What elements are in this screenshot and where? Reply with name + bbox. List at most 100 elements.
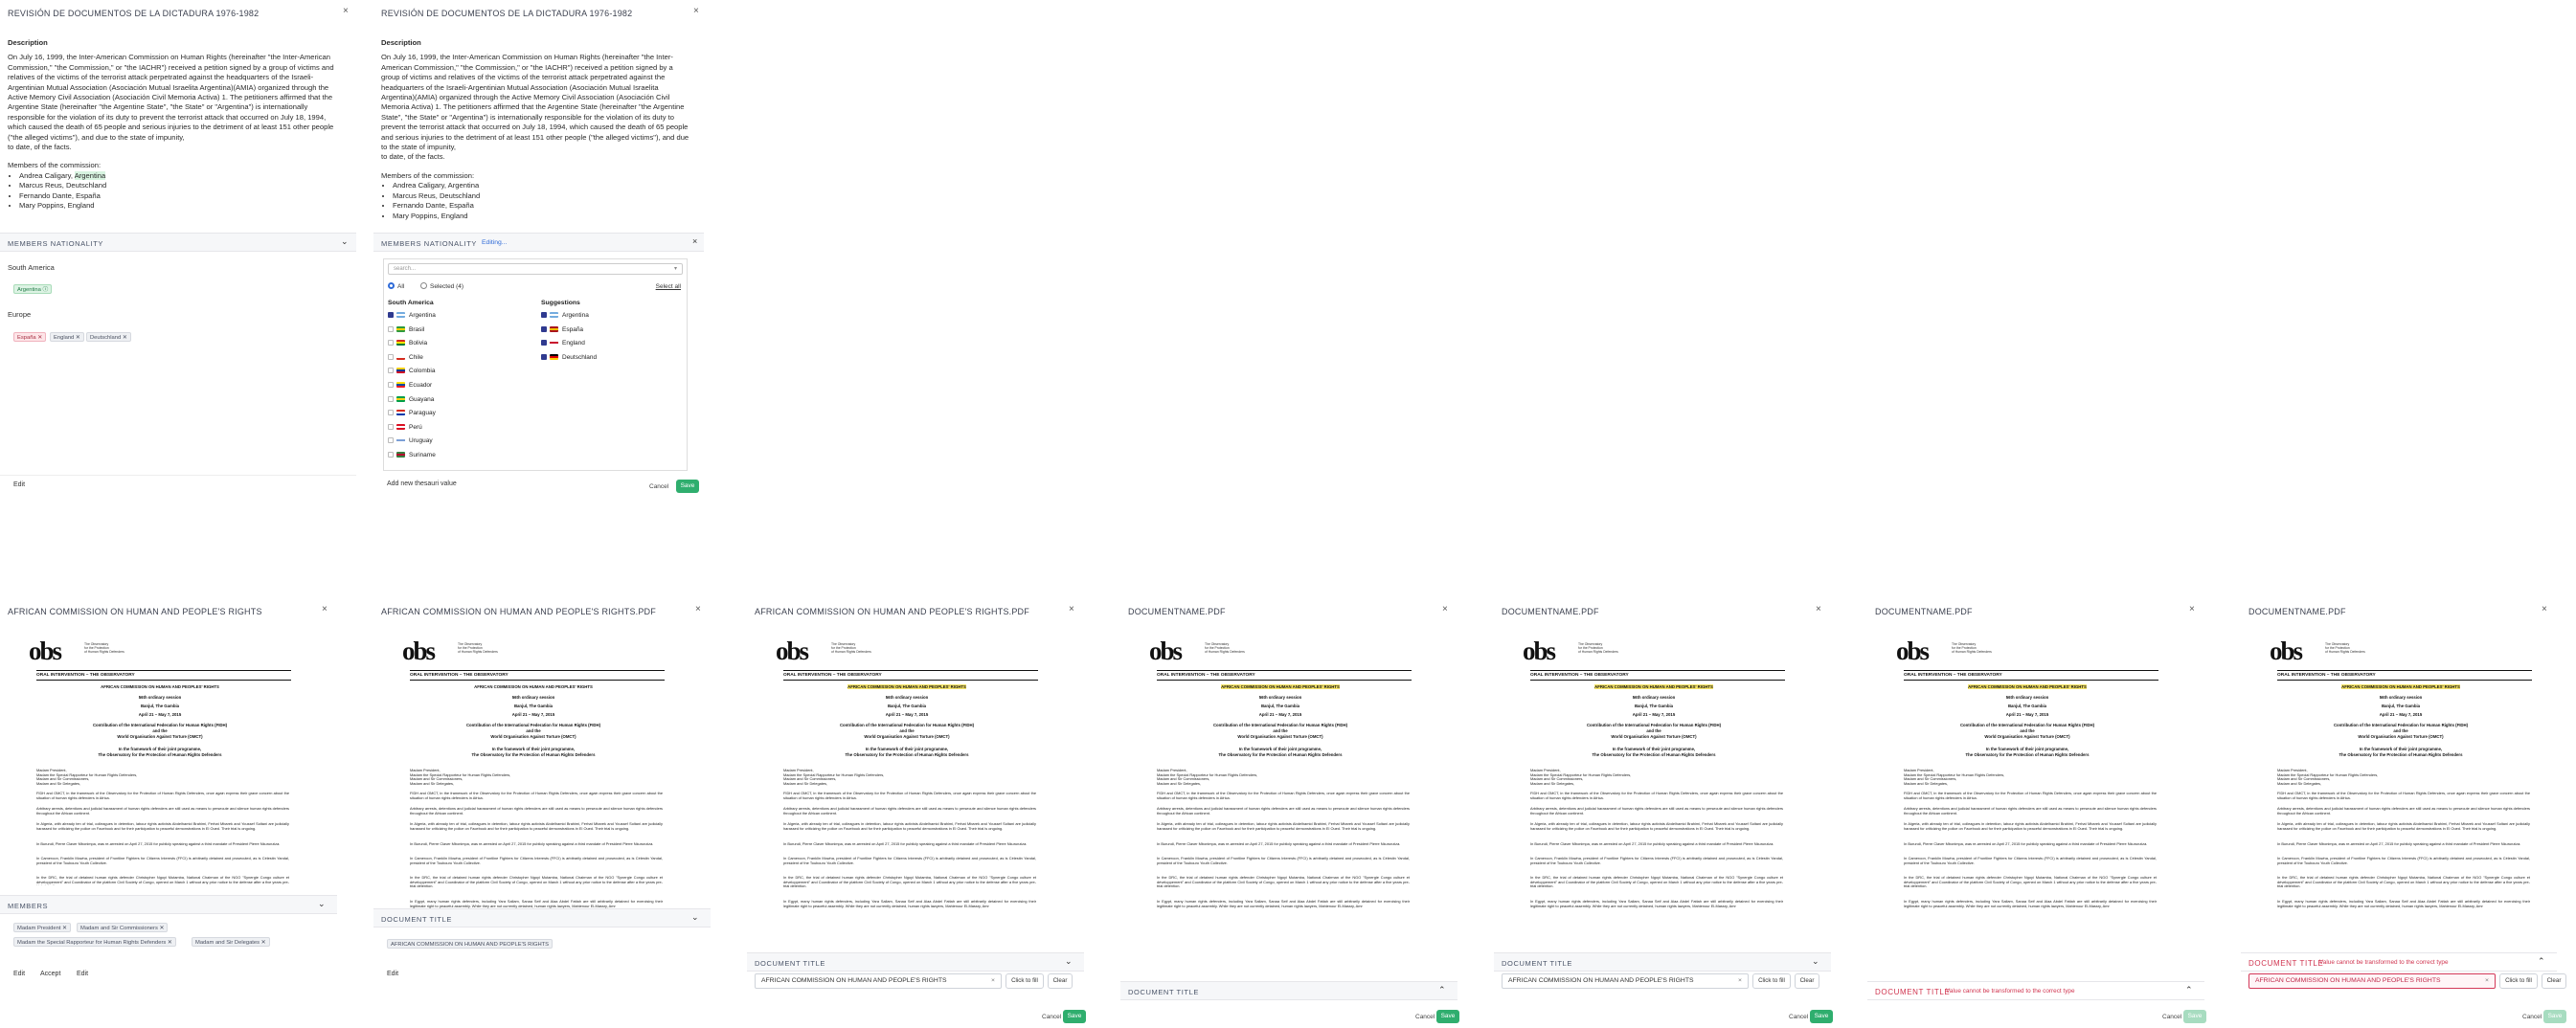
document-title-input[interactable]: AFRICAN COMMISSION ON HUMAN AND PEOPLE'S… (755, 973, 1002, 989)
option-paraguay[interactable]: Paraguay (388, 410, 436, 416)
filter-selected-radio[interactable]: Selected (4) (420, 282, 463, 290)
close-icon[interactable]: × (1069, 604, 1074, 615)
document-title-section[interactable]: DOCUMENT TITLE Value cannot be transform… (1867, 981, 2204, 1000)
checkbox[interactable] (388, 368, 394, 374)
checkbox[interactable] (388, 340, 394, 346)
checkbox[interactable] (388, 410, 394, 416)
close-icon[interactable]: × (2542, 604, 2547, 615)
filter-all-radio[interactable]: All (388, 282, 404, 290)
document-title-section[interactable]: DOCUMENT TITLE ⌄ (373, 908, 711, 927)
save-button[interactable]: Save (1063, 1010, 1086, 1023)
checkbox[interactable] (541, 312, 547, 318)
value-pill[interactable]: Madam and Sir Commissioners ✕ (77, 923, 169, 932)
option-guayana[interactable]: Guayana (388, 395, 434, 403)
option-argentina[interactable]: Argentina (388, 312, 436, 319)
close-icon[interactable]: × (692, 236, 697, 246)
suggestion-deutschland[interactable]: Deutschland (541, 353, 597, 361)
checkbox[interactable] (388, 325, 394, 332)
value-pill[interactable]: Madam President ✕ (13, 923, 71, 932)
option-uruguay[interactable]: Uruguay (388, 437, 433, 444)
option-chile[interactable]: Chile (388, 353, 423, 361)
value-pill[interactable]: Madam and Sir Delegates ✕ (192, 937, 270, 947)
checkbox[interactable] (388, 423, 394, 430)
save-button[interactable]: Save (1436, 1010, 1459, 1023)
document-title-input[interactable]: AFRICAN COMMISSION ON HUMAN AND PEOPLE'S… (1502, 973, 1749, 989)
close-icon[interactable]: × (693, 6, 699, 16)
edit-button[interactable]: Edit (13, 481, 25, 488)
checkbox[interactable] (388, 452, 394, 458)
suggestion-england[interactable]: England (541, 340, 585, 346)
accept-button[interactable]: Accept (40, 971, 60, 977)
checkbox[interactable] (541, 325, 547, 332)
close-icon[interactable]: × (322, 604, 328, 615)
cancel-button[interactable]: Cancel (649, 483, 668, 490)
cancel-button[interactable]: Cancel (1789, 1014, 1808, 1020)
value-pill[interactable]: Madam the Special Rapporteur for Human R… (13, 937, 176, 947)
option-brasil[interactable]: Brasil (388, 325, 424, 333)
value-pill-espana[interactable]: España ✕ (13, 332, 47, 342)
members-nationality-section[interactable]: MEMBERS NATIONALITY ⌄ (0, 233, 356, 252)
chevron-down-icon[interactable]: ⌄ (691, 912, 699, 923)
close-icon[interactable]: × (1816, 604, 1821, 615)
checkbox[interactable] (388, 437, 394, 444)
checkbox[interactable] (388, 312, 394, 318)
pdf-page: obs The Observatory for the Protection of … (768, 637, 1046, 957)
clear-button[interactable]: Clear (1795, 973, 1819, 989)
edit-button[interactable]: Edit (13, 971, 25, 977)
select-all-link[interactable]: Select all (656, 283, 681, 290)
close-icon[interactable]: × (2189, 604, 2195, 615)
checkbox[interactable] (388, 382, 394, 388)
chevron-down-icon[interactable]: ⌄ (1065, 956, 1073, 967)
value-pill-england[interactable]: England ✕ (50, 332, 84, 342)
members-section[interactable]: MEMBERS ⌄ (0, 895, 337, 914)
document-title-section[interactable]: DOCUMENT TITLE ⌄ (1494, 952, 1831, 972)
close-icon[interactable]: × (695, 604, 701, 615)
close-icon[interactable]: × (1442, 604, 1448, 615)
save-button[interactable]: Save (676, 480, 699, 493)
chevron-down-icon[interactable]: ⌄ (318, 899, 326, 909)
chevron-up-icon[interactable]: ⌃ (2185, 985, 2193, 995)
cancel-button[interactable]: Cancel (2162, 1014, 2181, 1020)
clear-button[interactable]: Clear (1048, 973, 1073, 989)
chevron-down-icon[interactable]: ▾ (674, 265, 677, 272)
clear-button[interactable]: Clear (2542, 973, 2566, 989)
edit-button[interactable]: Edit (387, 971, 398, 977)
close-icon[interactable]: × (343, 6, 349, 16)
value-pill-deutschland[interactable]: Deutschland ✕ (86, 332, 131, 342)
click-to-fill-button[interactable]: Click to fill (1752, 973, 1791, 989)
add-thesauri-button[interactable]: Add new thesauri value (387, 480, 457, 487)
edit-button[interactable]: Edit (77, 971, 88, 977)
option-suriname[interactable]: Suriname (388, 452, 436, 458)
option-perú[interactable]: Perú (388, 423, 422, 431)
checkbox[interactable] (388, 395, 394, 402)
clear-input-icon[interactable]: × (1738, 974, 1742, 988)
document-title-section[interactable]: DOCUMENT TITLE ⌃ (1120, 981, 1457, 1000)
cancel-button[interactable]: Cancel (2522, 1014, 2542, 1020)
option-colombia[interactable]: Colombia (388, 368, 435, 374)
save-button[interactable]: Save (1810, 1010, 1833, 1023)
pdf-paragraph: In Egypt, many human rights defenders, i… (1530, 899, 1783, 908)
option-ecuador[interactable]: Ecuador (388, 382, 432, 389)
search-input[interactable]: search... (388, 263, 683, 275)
cancel-button[interactable]: Cancel (1415, 1014, 1435, 1020)
checkbox[interactable] (541, 353, 547, 360)
chevron-down-icon[interactable]: ⌄ (341, 236, 349, 247)
click-to-fill-button[interactable]: Click to fill (1006, 973, 1044, 989)
checkbox[interactable] (541, 340, 547, 346)
clear-input-icon[interactable]: × (2485, 974, 2489, 988)
suggestion-argentina[interactable]: Argentina (541, 312, 589, 319)
save-button[interactable]: Save (2183, 1010, 2206, 1023)
clear-input-icon[interactable]: × (991, 974, 995, 988)
chevron-down-icon[interactable]: ⌄ (1812, 956, 1819, 967)
save-button[interactable]: Save (2543, 1010, 2566, 1023)
document-title-section[interactable]: DOCUMENT TITLE Value cannot be transform… (2241, 952, 2557, 972)
chevron-up-icon[interactable]: ⌃ (2538, 956, 2545, 967)
option-bolivia[interactable]: Bolivia (388, 340, 427, 346)
document-title-section[interactable]: DOCUMENT TITLE ⌄ (747, 952, 1084, 972)
cancel-button[interactable]: Cancel (1042, 1014, 1061, 1020)
checkbox[interactable] (388, 353, 394, 360)
chevron-up-icon[interactable]: ⌃ (1438, 985, 1446, 995)
document-title-input[interactable]: AFRICAN COMMISSION ON HUMAN AND PEOPLE'S… (2248, 973, 2496, 989)
click-to-fill-button[interactable]: Click to fill (2499, 973, 2538, 989)
suggestion-españa[interactable]: España (541, 325, 583, 333)
